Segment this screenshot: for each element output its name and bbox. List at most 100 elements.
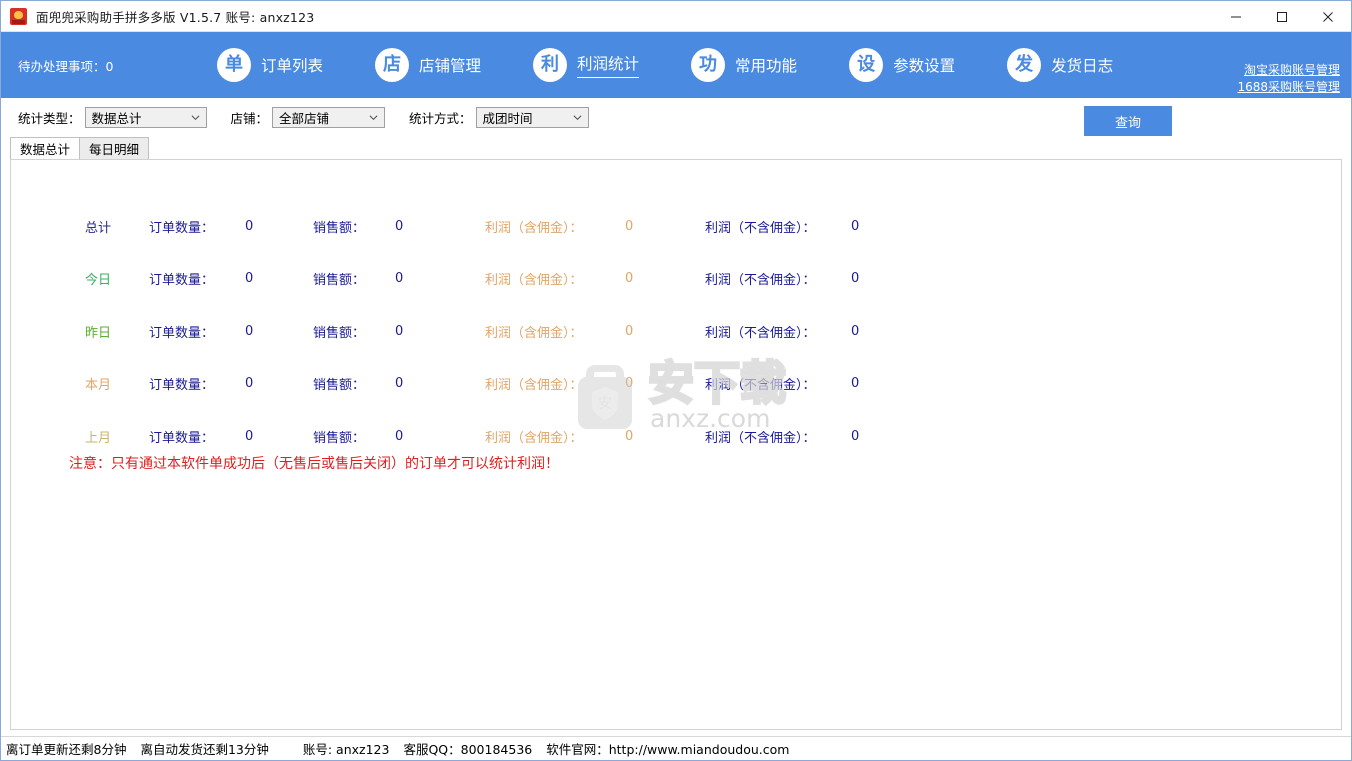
query-button[interactable]: 查询 bbox=[1084, 106, 1172, 136]
profit-excl-commission-value: 0 bbox=[851, 376, 860, 392]
profit-incl-commission-value: 0 bbox=[625, 218, 634, 234]
profit-excl-commission-value: 0 bbox=[851, 323, 860, 339]
orders-label: 订单数量： bbox=[149, 273, 215, 289]
window-title: 面兜兜采购助手拼多多版 V1.5.7 账号: anxz123 bbox=[36, 9, 315, 25]
shop-select[interactable]: 全部店铺 bbox=[272, 107, 386, 128]
nav-item-list: 单 订单列表 店 店铺管理 利 利润统计 功 常用功能 设 参数设置 发 发货日… bbox=[217, 32, 1165, 98]
account-management-links: 淘宝采购账号管理 1688采购账号管理 bbox=[1237, 62, 1340, 96]
nav-label-parameter-settings: 参数设置 bbox=[893, 56, 956, 75]
stat-type-select[interactable]: 数据总计 bbox=[84, 107, 207, 128]
row-period-label: 上月 bbox=[85, 430, 112, 446]
profit-excl-commission-label: 利润（不含佣金）： bbox=[705, 378, 816, 394]
window-controls bbox=[1213, 1, 1351, 32]
nav-item-parameter-settings[interactable]: 设 参数设置 bbox=[849, 32, 955, 98]
orders-label: 订单数量： bbox=[149, 220, 215, 236]
application-window: 面兜兜采购助手拼多多版 V1.5.7 账号: anxz123 待办处理事项：0 … bbox=[0, 0, 1352, 761]
tab-data-summary[interactable]: 数据总计 bbox=[10, 137, 81, 159]
status-service-qq: 客服QQ：800184536 bbox=[403, 742, 533, 757]
pending-tasks-label: 待办处理事项：0 bbox=[18, 58, 114, 74]
orders-label: 订单数量： bbox=[149, 430, 215, 446]
table-row: 今日 订单数量： 0 销售额： 0 利润（含佣金）： 0 利润（不含佣金）： 0 bbox=[11, 253, 1341, 306]
minimize-icon[interactable] bbox=[1213, 1, 1259, 32]
nav-label-shipping-log: 发货日志 bbox=[1051, 56, 1114, 75]
profit-incl-commission-value: 0 bbox=[625, 376, 634, 392]
sales-value: 0 bbox=[395, 376, 404, 392]
stat-mode-select[interactable]: 成团时间 bbox=[475, 107, 589, 128]
nav-label-shop-management: 店铺管理 bbox=[419, 56, 482, 75]
tab-daily-detail[interactable]: 每日明细 bbox=[79, 137, 150, 159]
status-account: 账号: anxz123 bbox=[302, 742, 390, 757]
row-period-label: 本月 bbox=[85, 378, 112, 394]
shop-management-badge-icon: 店 bbox=[375, 48, 410, 82]
table-row: 昨日 订单数量： 0 销售额： 0 利润（含佣金）： 0 利润（不含佣金）： 0 bbox=[11, 305, 1341, 358]
profit-excl-commission-label: 利润（不含佣金）： bbox=[705, 220, 816, 236]
sales-label: 销售额： bbox=[313, 273, 366, 289]
profit-incl-commission-value: 0 bbox=[625, 323, 634, 339]
orders-label: 订单数量： bbox=[149, 325, 215, 341]
shipping-log-badge-icon: 发 bbox=[1007, 48, 1042, 82]
profit-excl-commission-label: 利润（不含佣金）： bbox=[705, 273, 816, 289]
sales-label: 销售额： bbox=[313, 220, 366, 236]
nav-label-profit-statistics: 利润统计 bbox=[577, 52, 640, 78]
title-bar: 面兜兜采购助手拼多多版 V1.5.7 账号: anxz123 bbox=[1, 1, 1351, 32]
row-period-label: 昨日 bbox=[85, 325, 112, 341]
chevron-down-icon bbox=[369, 114, 378, 120]
close-icon[interactable] bbox=[1305, 1, 1351, 32]
parameter-settings-badge-icon: 设 bbox=[849, 48, 884, 82]
nav-item-profit-statistics[interactable]: 利 利润统计 bbox=[533, 32, 640, 98]
order-list-badge-icon: 单 bbox=[217, 48, 251, 82]
row-period-label: 总计 bbox=[85, 220, 112, 236]
nav-item-shipping-log[interactable]: 发 发货日志 bbox=[1007, 32, 1113, 98]
nav-item-common-functions[interactable]: 功 常用功能 bbox=[691, 32, 797, 98]
status-order-update: 离订单更新还剩8分钟 bbox=[6, 742, 127, 757]
orders-value: 0 bbox=[245, 271, 254, 287]
profit-incl-commission-label: 利润（含佣金）： bbox=[485, 220, 583, 236]
alibaba1688-account-management-link[interactable]: 1688采购账号管理 bbox=[1237, 79, 1340, 96]
filter-toolbar: 统计类型： 数据总计 店铺： 全部店铺 统计方式： 成团时间 查询 bbox=[1, 98, 1351, 137]
profit-incl-commission-label: 利润（含佣金）： bbox=[485, 325, 583, 341]
main-navigation-bar: 待办处理事项：0 单 订单列表 店 店铺管理 利 利润统计 功 常用功能 设 参… bbox=[1, 32, 1351, 98]
row-period-label: 今日 bbox=[85, 273, 112, 289]
status-bar: 离订单更新还剩8分钟 离自动发货还剩13分钟 账号: anxz123 客服QQ：… bbox=[1, 736, 1351, 760]
chevron-down-icon bbox=[573, 114, 581, 120]
table-row: 本月 订单数量： 0 销售额： 0 利润（含佣金）： 0 利润（不含佣金）： 0 bbox=[11, 358, 1341, 411]
sales-value: 0 bbox=[395, 323, 404, 339]
profit-excl-commission-value: 0 bbox=[851, 218, 860, 234]
nav-item-shop-management[interactable]: 店 店铺管理 bbox=[375, 32, 481, 98]
stat-mode-label: 统计方式： bbox=[409, 111, 472, 126]
maximize-icon[interactable] bbox=[1259, 1, 1305, 32]
sales-label: 销售额： bbox=[313, 325, 366, 341]
table-row: 总计 订单数量： 0 销售额： 0 利润（含佣金）： 0 利润（不含佣金）： 0 bbox=[11, 200, 1341, 253]
status-website: 软件官网：http://www.miandoudou.com bbox=[546, 742, 790, 757]
taobao-account-management-link[interactable]: 淘宝采购账号管理 bbox=[1244, 62, 1340, 79]
orders-label: 订单数量： bbox=[149, 378, 215, 394]
profit-incl-commission-value: 0 bbox=[625, 428, 634, 444]
profit-incl-commission-label: 利润（含佣金）： bbox=[485, 378, 583, 394]
profit-excl-commission-value: 0 bbox=[851, 271, 860, 287]
chevron-down-icon bbox=[191, 114, 199, 120]
orders-value: 0 bbox=[245, 218, 254, 234]
profit-notice-text: 注意：只有通过本软件单成功后（无售后或售后关闭）的订单才可以统计利润！ bbox=[69, 456, 559, 472]
profit-incl-commission-label: 利润（含佣金）： bbox=[485, 430, 583, 446]
orders-value: 0 bbox=[245, 428, 254, 444]
stat-mode-value: 成团时间 bbox=[482, 111, 533, 126]
shop-value: 全部店铺 bbox=[279, 111, 330, 126]
stat-type-value: 数据总计 bbox=[91, 111, 142, 126]
stat-type-label: 统计类型： bbox=[18, 111, 81, 126]
nav-item-order-list[interactable]: 单 订单列表 bbox=[217, 32, 323, 98]
profit-excl-commission-value: 0 bbox=[851, 428, 860, 444]
profit-excl-commission-label: 利润（不含佣金）： bbox=[705, 325, 816, 341]
sales-value: 0 bbox=[395, 428, 404, 444]
app-logo-icon bbox=[10, 7, 27, 25]
profit-excl-commission-label: 利润（不含佣金）： bbox=[705, 430, 816, 446]
statistics-table: 总计 订单数量： 0 销售额： 0 利润（含佣金）： 0 利润（不含佣金）： 0… bbox=[11, 200, 1341, 463]
profit-statistics-badge-icon: 利 bbox=[533, 48, 568, 82]
sales-value: 0 bbox=[395, 218, 404, 234]
content-panel: 总计 订单数量： 0 销售额： 0 利润（含佣金）： 0 利润（不含佣金）： 0… bbox=[10, 159, 1342, 730]
profit-incl-commission-label: 利润（含佣金）： bbox=[485, 273, 583, 289]
profit-incl-commission-value: 0 bbox=[625, 271, 634, 287]
sales-value: 0 bbox=[395, 271, 404, 287]
orders-value: 0 bbox=[245, 376, 254, 392]
common-functions-badge-icon: 功 bbox=[691, 48, 726, 82]
status-auto-ship: 离自动发货还剩13分钟 bbox=[140, 742, 269, 757]
